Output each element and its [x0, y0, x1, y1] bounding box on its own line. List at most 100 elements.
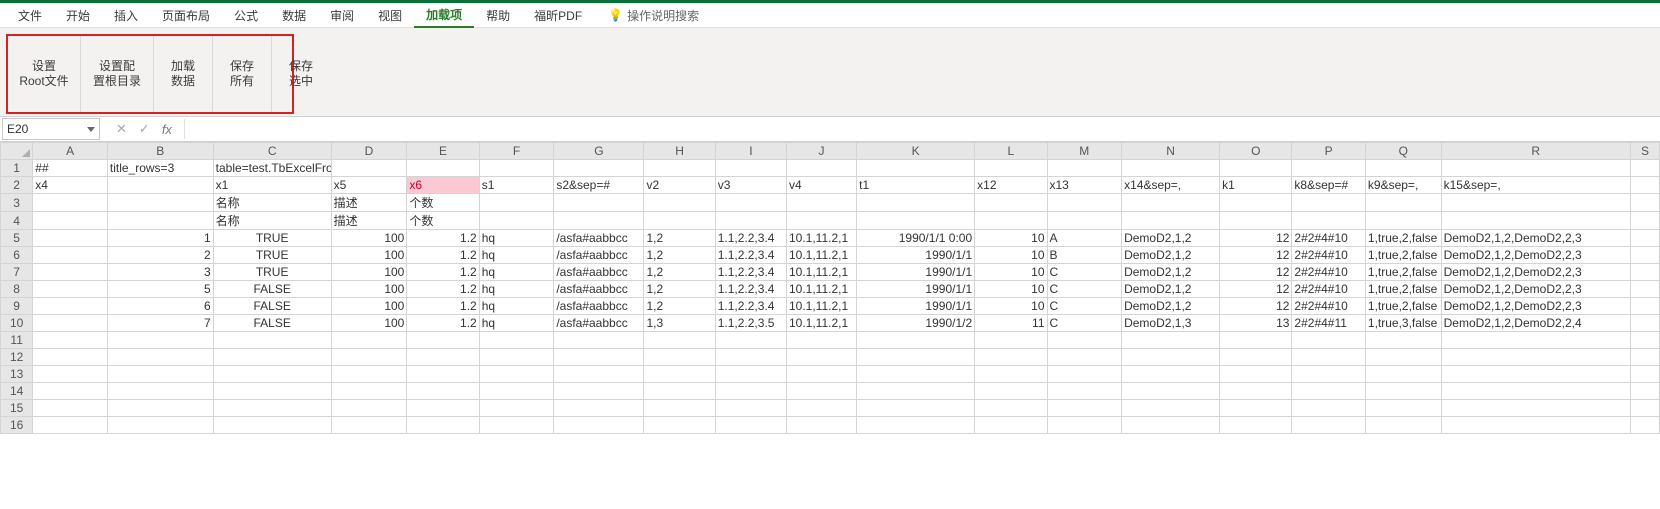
- cell[interactable]: DemoD2,1,3: [1122, 315, 1220, 332]
- column-header[interactable]: H: [644, 143, 715, 160]
- cell[interactable]: [1047, 212, 1122, 230]
- cell[interactable]: [715, 332, 786, 349]
- cell[interactable]: [554, 332, 644, 349]
- cell[interactable]: 7: [107, 315, 213, 332]
- cell[interactable]: hq: [479, 298, 554, 315]
- cell[interactable]: 1.1,2.2,3.4: [715, 247, 786, 264]
- cell[interactable]: [33, 230, 108, 247]
- cell[interactable]: [1365, 349, 1441, 366]
- cell[interactable]: [1047, 417, 1122, 434]
- cell[interactable]: 个数: [407, 212, 479, 230]
- cell[interactable]: [644, 332, 715, 349]
- cell[interactable]: 12: [1220, 264, 1292, 281]
- cell[interactable]: [554, 383, 644, 400]
- cell[interactable]: [213, 417, 331, 434]
- cell[interactable]: [1220, 349, 1292, 366]
- cell[interactable]: [33, 194, 108, 212]
- cell[interactable]: DemoD2,1,2,DemoD2,2,3: [1441, 264, 1630, 281]
- cancel-icon[interactable]: ✕: [116, 121, 127, 137]
- cell[interactable]: /asfa#aabbcc: [554, 247, 644, 264]
- column-header[interactable]: E: [407, 143, 479, 160]
- cell[interactable]: [1122, 383, 1220, 400]
- cell[interactable]: 1,true,2,false: [1365, 298, 1441, 315]
- cell[interactable]: [33, 349, 108, 366]
- cell[interactable]: [554, 417, 644, 434]
- cell[interactable]: [1292, 383, 1365, 400]
- cell[interactable]: [1220, 383, 1292, 400]
- cell[interactable]: [479, 212, 554, 230]
- cell[interactable]: 100: [331, 247, 407, 264]
- cell[interactable]: 1,3: [644, 315, 715, 332]
- column-header[interactable]: S: [1630, 143, 1659, 160]
- cell[interactable]: [1292, 366, 1365, 383]
- cell[interactable]: [715, 400, 786, 417]
- cell[interactable]: 1.2: [407, 264, 479, 281]
- cell[interactable]: 1.2: [407, 281, 479, 298]
- cell[interactable]: [479, 349, 554, 366]
- cell[interactable]: [33, 264, 108, 281]
- cell[interactable]: 1.1,2.2,3.5: [715, 315, 786, 332]
- cell[interactable]: [715, 366, 786, 383]
- cell[interactable]: title_rows=3: [107, 160, 213, 177]
- cell[interactable]: 12: [1220, 230, 1292, 247]
- ribbon-tab[interactable]: 文件: [6, 4, 54, 27]
- cell[interactable]: DemoD2,1,2,DemoD2,2,4: [1441, 315, 1630, 332]
- cell[interactable]: 100: [331, 298, 407, 315]
- cell[interactable]: [331, 383, 407, 400]
- cell[interactable]: [857, 417, 975, 434]
- cell[interactable]: [331, 366, 407, 383]
- cell[interactable]: [213, 349, 331, 366]
- cell[interactable]: 3: [107, 264, 213, 281]
- cell[interactable]: [644, 366, 715, 383]
- cell[interactable]: x6: [407, 177, 479, 194]
- cell[interactable]: 1,2: [644, 264, 715, 281]
- cell[interactable]: [1630, 281, 1659, 298]
- cell[interactable]: 2#2#4#10: [1292, 298, 1365, 315]
- cell[interactable]: [107, 177, 213, 194]
- row-header[interactable]: 8: [1, 281, 33, 298]
- cell[interactable]: [1441, 400, 1630, 417]
- cell[interactable]: [857, 332, 975, 349]
- cell[interactable]: [644, 194, 715, 212]
- cell[interactable]: [1630, 417, 1659, 434]
- cell[interactable]: DemoD2,1,2,DemoD2,2,3: [1441, 247, 1630, 264]
- addin-button[interactable]: 设置Root文件: [8, 36, 81, 112]
- column-header[interactable]: P: [1292, 143, 1365, 160]
- cell[interactable]: [1441, 366, 1630, 383]
- chevron-down-icon[interactable]: [87, 127, 95, 132]
- cell[interactable]: [1122, 194, 1220, 212]
- row-header[interactable]: 5: [1, 230, 33, 247]
- cell[interactable]: DemoD2,1,2: [1122, 298, 1220, 315]
- cell[interactable]: t1: [857, 177, 975, 194]
- cell[interactable]: C: [1047, 281, 1122, 298]
- cell[interactable]: [107, 417, 213, 434]
- cell[interactable]: 2#2#4#10: [1292, 264, 1365, 281]
- cell[interactable]: [786, 212, 856, 230]
- cell[interactable]: [554, 366, 644, 383]
- cell[interactable]: [1630, 264, 1659, 281]
- cell[interactable]: /asfa#aabbcc: [554, 281, 644, 298]
- column-header[interactable]: C: [213, 143, 331, 160]
- column-header[interactable]: I: [715, 143, 786, 160]
- row-header[interactable]: 11: [1, 332, 33, 349]
- cell[interactable]: [644, 349, 715, 366]
- cell[interactable]: [975, 383, 1047, 400]
- cell[interactable]: [786, 400, 856, 417]
- cell[interactable]: [1630, 400, 1659, 417]
- cell[interactable]: [1220, 212, 1292, 230]
- cell[interactable]: [1441, 417, 1630, 434]
- cell[interactable]: 1990/1/1: [857, 281, 975, 298]
- cell[interactable]: [857, 160, 975, 177]
- cell[interactable]: [715, 194, 786, 212]
- cell[interactable]: [33, 417, 108, 434]
- column-header[interactable]: F: [479, 143, 554, 160]
- cell[interactable]: 11: [975, 315, 1047, 332]
- cell[interactable]: [1630, 247, 1659, 264]
- column-header[interactable]: O: [1220, 143, 1292, 160]
- cell[interactable]: [644, 400, 715, 417]
- column-header[interactable]: N: [1122, 143, 1220, 160]
- cell[interactable]: [1630, 230, 1659, 247]
- cell[interactable]: B: [1047, 247, 1122, 264]
- cell[interactable]: [715, 212, 786, 230]
- cell[interactable]: [554, 349, 644, 366]
